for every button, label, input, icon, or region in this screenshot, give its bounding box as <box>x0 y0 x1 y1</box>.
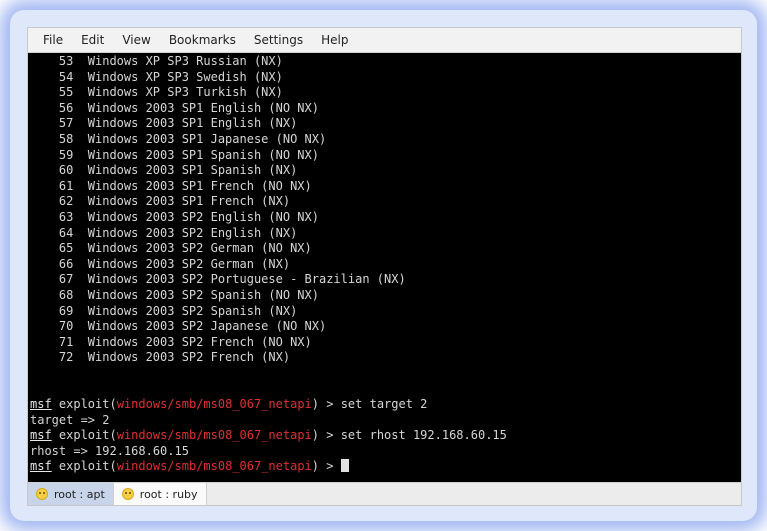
target-name: Windows 2003 SP1 Japanese (NO NX) <box>87 131 327 146</box>
target-row: 70 Windows 2003 SP2 Japanese (NO NX) <box>30 319 741 335</box>
command-output: rhost => 192.168.60.15 <box>30 443 189 458</box>
target-row: 67 Windows 2003 SP2 Portuguese - Brazilia… <box>30 272 741 288</box>
target-number: 56 <box>58 100 74 115</box>
target-number: 60 <box>58 163 74 178</box>
target-number: 65 <box>58 241 74 256</box>
module-name: windows/smb/ms08_067_netapi <box>116 397 312 412</box>
prompt-close: ) > <box>311 428 341 443</box>
smiley-icon <box>36 488 48 500</box>
target-number: 66 <box>58 256 74 271</box>
prompt-close: ) > <box>311 459 341 474</box>
target-number: 70 <box>58 319 74 334</box>
command-line: msf exploit(windows/smb/ms08_067_netapi)… <box>30 459 741 475</box>
menu-help[interactable]: Help <box>312 33 357 47</box>
prompt-exploit: exploit( <box>51 459 117 474</box>
target-name: Windows 2003 SP1 Spanish (NX) <box>87 163 298 178</box>
menu-edit[interactable]: Edit <box>72 33 113 47</box>
menu-settings[interactable]: Settings <box>245 33 312 47</box>
target-name: Windows 2003 SP2 Portuguese - Brazilian … <box>87 272 406 287</box>
target-number: 69 <box>58 303 74 318</box>
target-name: Windows 2003 SP2 German (NO NX) <box>87 241 312 256</box>
target-row: 54 Windows XP SP3 Swedish (NX) <box>30 70 741 86</box>
command-text: set rhost 192.168.60.15 <box>340 428 507 443</box>
target-name: Windows XP SP3 Russian (NX) <box>87 54 283 68</box>
target-number: 54 <box>58 69 74 84</box>
target-number: 67 <box>58 272 74 287</box>
target-name: Windows XP SP3 Turkish (NX) <box>87 85 283 100</box>
tab-bar: root : apt root : ruby <box>28 482 741 505</box>
prompt-close: ) > <box>311 397 341 412</box>
target-number: 58 <box>58 131 74 146</box>
target-name: Windows 2003 SP2 German (NX) <box>87 256 291 271</box>
target-row: 65 Windows 2003 SP2 German (NO NX) <box>30 241 741 257</box>
target-name: Windows 2003 SP2 English (NX) <box>87 225 298 240</box>
target-number: 59 <box>58 147 74 162</box>
target-row: 55 Windows XP SP3 Turkish (NX) <box>30 85 741 101</box>
target-name: Windows XP SP3 Swedish (NX) <box>87 69 283 84</box>
command-line: msf exploit(windows/smb/ms08_067_netapi)… <box>30 397 741 413</box>
prompt-exploit: exploit( <box>51 397 117 412</box>
target-row: 64 Windows 2003 SP2 English (NX) <box>30 226 741 242</box>
target-row: 57 Windows 2003 SP1 English (NX) <box>30 116 741 132</box>
menu-view[interactable]: View <box>113 33 159 47</box>
target-name: Windows 2003 SP2 French (NX) <box>87 350 291 365</box>
target-number: 71 <box>58 334 74 349</box>
target-row: 69 Windows 2003 SP2 Spanish (NX) <box>30 304 741 320</box>
tab-root-ruby[interactable]: root : ruby <box>113 483 207 505</box>
target-number: 57 <box>58 116 74 131</box>
command-text: set target 2 <box>340 397 428 412</box>
target-list: 53 Windows XP SP3 Russian (NX) 54 Windows X… <box>30 54 741 366</box>
target-name: Windows 2003 SP1 English (NX) <box>87 116 298 131</box>
smiley-icon <box>121 488 134 500</box>
target-row: 59 Windows 2003 SP1 Spanish (NO NX) <box>30 148 741 164</box>
msf-prompt: msf <box>30 459 52 474</box>
target-number: 53 <box>58 54 74 68</box>
target-number: 63 <box>58 209 74 224</box>
command-output: target => 2 <box>30 412 110 427</box>
module-name: windows/smb/ms08_067_netapi <box>116 428 312 443</box>
menu-file[interactable]: File <box>34 33 72 47</box>
target-row: 53 Windows XP SP3 Russian (NX) <box>30 54 741 70</box>
target-name: Windows 2003 SP1 French (NX) <box>87 194 291 209</box>
target-number: 55 <box>58 85 74 100</box>
text-cursor <box>340 459 349 473</box>
target-number: 72 <box>58 350 74 365</box>
target-row: 63 Windows 2003 SP2 English (NO NX) <box>30 210 741 226</box>
target-row: 66 Windows 2003 SP2 German (NX) <box>30 257 741 273</box>
target-name: Windows 2003 SP2 Japanese (NO NX) <box>87 319 327 334</box>
target-number: 68 <box>58 287 74 302</box>
target-row: 60 Windows 2003 SP1 Spanish (NX) <box>30 163 741 179</box>
target-name: Windows 2003 SP1 Spanish (NO NX) <box>87 147 319 162</box>
tab-label: root : ruby <box>139 487 198 501</box>
target-name: Windows 2003 SP1 French (NO NX) <box>87 178 312 193</box>
target-name: Windows 2003 SP1 English (NO NX) <box>87 100 319 115</box>
menu-bookmarks[interactable]: Bookmarks <box>160 33 245 47</box>
target-row: 61 Windows 2003 SP1 French (NO NX) <box>30 179 741 195</box>
target-number: 62 <box>58 194 74 209</box>
msf-prompt: msf <box>30 428 52 443</box>
menu-bar: File Edit View Bookmarks Settings Help <box>28 28 741 53</box>
target-row: 72 Windows 2003 SP2 French (NX) <box>30 350 741 366</box>
target-row: 71 Windows 2003 SP2 French (NO NX) <box>30 335 741 351</box>
target-row: 68 Windows 2003 SP2 Spanish (NO NX) <box>30 288 741 304</box>
target-number: 61 <box>58 178 74 193</box>
target-number: 64 <box>58 225 74 240</box>
command-line: msf exploit(windows/smb/ms08_067_netapi)… <box>30 428 741 444</box>
target-name: Windows 2003 SP2 Spanish (NO NX) <box>87 287 319 302</box>
target-name: Windows 2003 SP2 English (NO NX) <box>87 209 319 224</box>
target-row: 62 Windows 2003 SP1 French (NX) <box>30 194 741 210</box>
terminal-output[interactable]: 53 Windows XP SP3 Russian (NX) 54 Windows X… <box>28 53 741 482</box>
target-name: Windows 2003 SP2 Spanish (NX) <box>87 303 298 318</box>
konsole-window: File Edit View Bookmarks Settings Help 5… <box>27 27 742 506</box>
target-name: Windows 2003 SP2 French (NO NX) <box>87 334 312 349</box>
module-name: windows/smb/ms08_067_netapi <box>116 459 312 474</box>
target-row: 56 Windows 2003 SP1 English (NO NX) <box>30 101 741 117</box>
tab-root-apt[interactable]: root : apt <box>28 483 114 505</box>
msf-prompt: msf <box>30 397 52 412</box>
target-row: 58 Windows 2003 SP1 Japanese (NO NX) <box>30 132 741 148</box>
prompt-exploit: exploit( <box>51 428 117 443</box>
tab-label: root : apt <box>54 487 105 501</box>
